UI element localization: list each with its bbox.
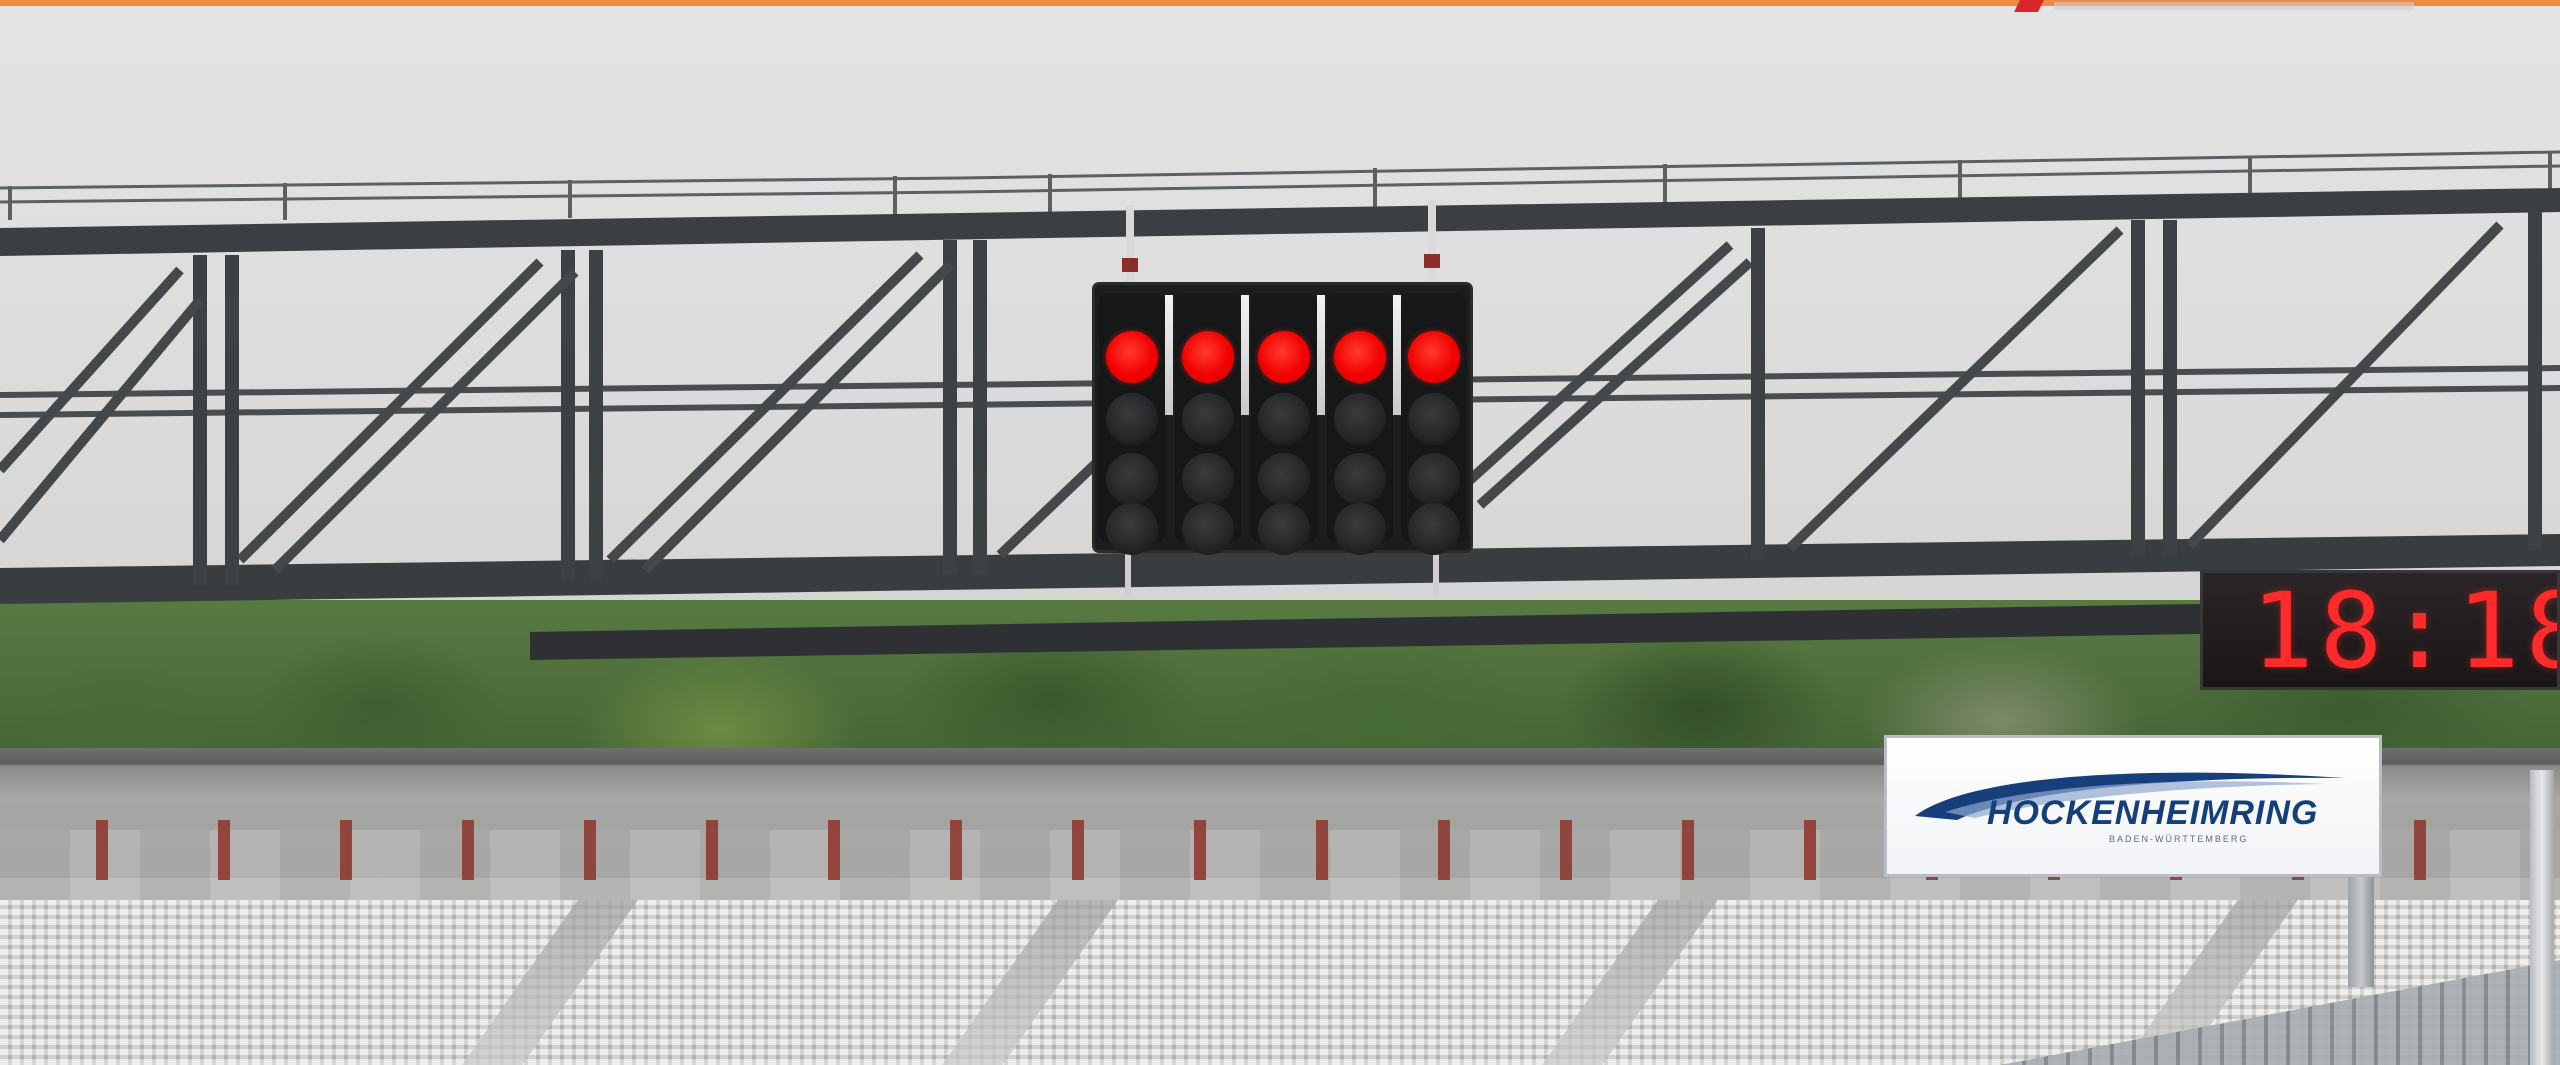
light-off [1408,393,1460,445]
race-start-photo: 18:18: HOCKENHEIMRING BADEN-WÜRTTEMBERG [0,0,2560,1065]
signal-column [1175,293,1241,555]
light-off [1408,503,1460,555]
gantry-bottom-pipe [530,604,2200,660]
sponsor-board-post [2348,877,2374,987]
red-light-lit [1258,331,1310,383]
light-off [1334,393,1386,445]
signal-divider [1393,295,1401,415]
light-off [1334,503,1386,555]
signal-column [1401,293,1467,555]
light-off [1334,453,1386,505]
brand-tagline: BADEN-WÜRTTEMBERG [2109,834,2249,844]
sponsor-board: HOCKENHEIMRING BADEN-WÜRTTEMBERG [1884,735,2382,877]
red-light-lit [1182,331,1234,383]
brand-name: HOCKENHEIMRING [1987,794,2319,832]
signal-divider [1317,295,1325,415]
signal-column [1327,293,1393,555]
signal-divider [1241,295,1249,415]
signal-column [1251,293,1317,555]
signal-divider [1165,295,1173,415]
red-light-lit [1106,331,1158,383]
red-light-lit [1334,331,1386,383]
light-off [1182,503,1234,555]
light-off [1408,453,1460,505]
digital-clock: 18:18: [2200,570,2560,690]
light-off [1258,453,1310,505]
red-light-lit [1408,331,1460,383]
light-off [1182,393,1234,445]
signal-hanger-clamps [1122,254,1440,272]
clock-display: 18:18: [2251,570,2557,690]
corner-watermark [2014,0,2414,12]
light-off [1106,503,1158,555]
light-off [1106,453,1158,505]
light-off [1106,393,1158,445]
light-off [1258,503,1310,555]
light-off [1182,453,1234,505]
start-light-panel [1095,285,1470,555]
signal-column [1099,293,1165,555]
light-off [1258,393,1310,445]
light-pole [2530,770,2554,1065]
